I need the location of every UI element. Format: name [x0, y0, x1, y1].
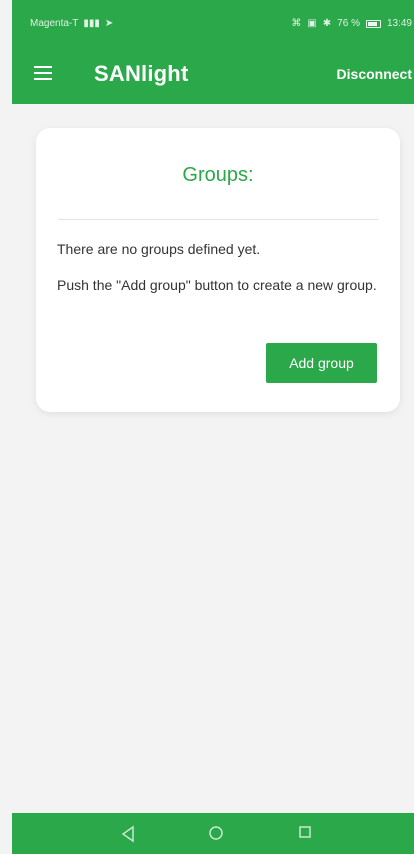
- bluetooth-icon: ✱: [322, 17, 332, 29]
- signal-icon: ▮▮▮: [83, 17, 100, 29]
- add-group-instructions: Push the "Add group" button to create a …: [57, 277, 377, 293]
- status-left: Magenta-T ▮▮▮ ➤: [30, 18, 113, 29]
- no-groups-message: There are no groups defined yet.: [57, 241, 261, 257]
- location-icon: ➤: [104, 17, 114, 29]
- carrier-label: Magenta-T: [30, 18, 79, 29]
- phone-screen: Magenta-T ▮▮▮ ➤ ⌘ ▣ ✱ 76 % 13:49 SANligh…: [0, 0, 414, 854]
- status-bar: Magenta-T ▮▮▮ ➤ ⌘ ▣ ✱ 76 % 13:49: [12, 0, 414, 40]
- square-recent-apps-icon[interactable]: [298, 825, 312, 839]
- app-bar: SANlight Disconnect: [12, 40, 414, 104]
- groups-card: Groups: There are no groups defined yet.…: [36, 128, 400, 412]
- app-frame: Magenta-T ▮▮▮ ➤ ⌘ ▣ ✱ 76 % 13:49 SANligh…: [12, 0, 414, 854]
- add-group-button[interactable]: Add group: [266, 343, 377, 383]
- card-divider: [58, 219, 378, 220]
- battery-icon: [365, 19, 381, 28]
- hamburger-menu-icon[interactable]: [34, 66, 52, 80]
- bottom-navigation-bar: [12, 813, 414, 854]
- disconnect-button[interactable]: Disconnect: [337, 66, 412, 82]
- status-right: ⌘ ▣ ✱ 76 % 13:49: [291, 18, 412, 29]
- battery-percent: 76 %: [337, 18, 360, 29]
- app-title: SANlight: [94, 61, 189, 86]
- groups-title: Groups:: [182, 164, 254, 186]
- status-time: 13:49: [386, 18, 412, 29]
- circle-home-icon[interactable]: [208, 825, 224, 841]
- triangle-back-icon[interactable]: [120, 825, 136, 843]
- nfc-icon: ▣: [307, 17, 317, 29]
- vibrate-icon: ⌘: [291, 17, 302, 29]
